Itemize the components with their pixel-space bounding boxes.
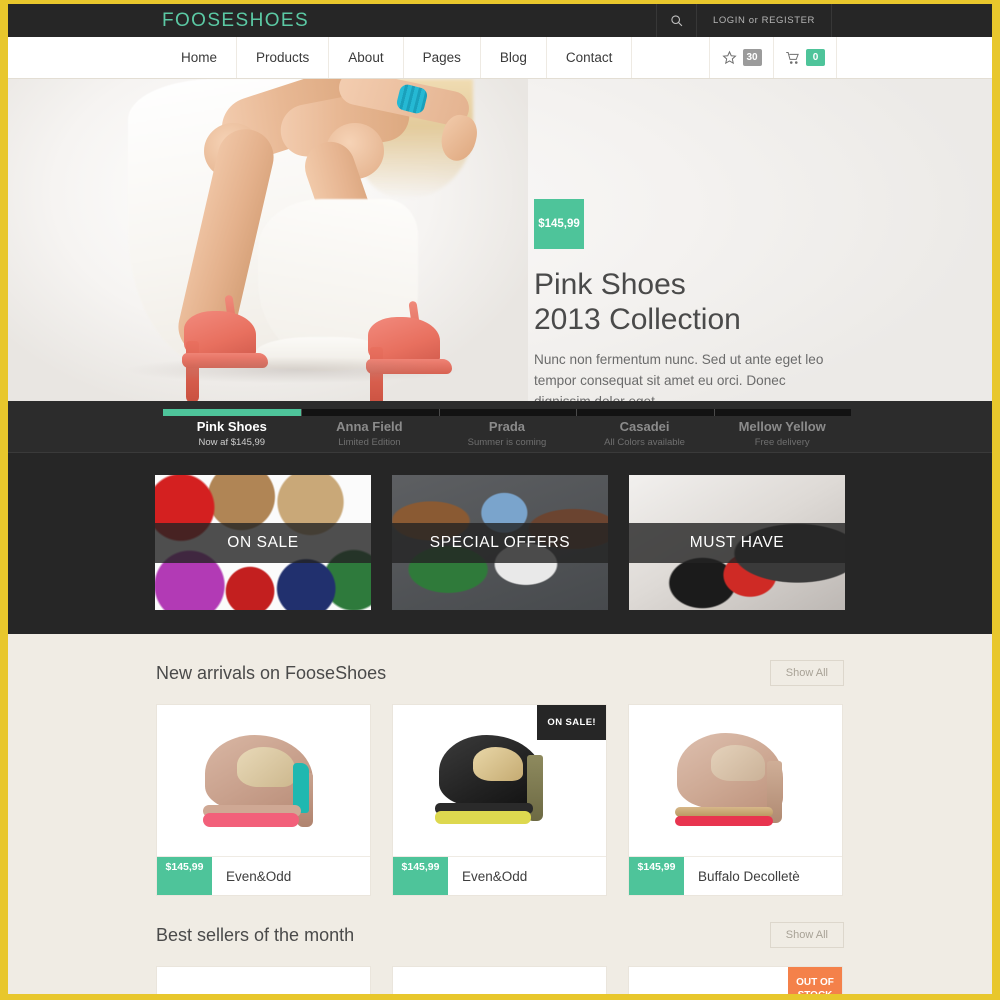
product-name: Even&Odd <box>226 868 292 884</box>
slide-title: Mellow Yellow <box>738 419 826 434</box>
category-banners: ON SALE SPECIAL OFFERS MUST HAVE <box>8 453 992 634</box>
section-best-sellers: Best sellers of the month Show All OUT O… <box>8 896 992 994</box>
slide-subtitle: Free delivery <box>754 437 810 448</box>
slide-tab-pink-shoes[interactable]: Pink Shoes Now af $145,99 <box>163 419 301 448</box>
slide-subtitle: Summer is coming <box>467 437 547 448</box>
slide-subtitle: All Colors available <box>604 437 685 448</box>
cart-icon <box>786 52 799 64</box>
hero-image <box>8 79 528 401</box>
product-card[interactable]: OUT OF STOCK <box>628 966 843 994</box>
search-button[interactable] <box>655 4 696 37</box>
banner-special-offers[interactable]: SPECIAL OFFERS <box>392 475 608 610</box>
product-card[interactable]: $145,99 Buffalo Decolletè <box>628 704 843 896</box>
product-image <box>629 705 842 857</box>
section-header: Best sellers of the month Show All <box>156 896 844 948</box>
product-name: Even&Odd <box>462 868 528 884</box>
slider-progress-fill <box>163 409 301 416</box>
banner-label: SPECIAL OFFERS <box>392 522 608 563</box>
site-logo[interactable]: FOOSESHOES <box>162 10 309 32</box>
product-name: Buffalo Decolletè <box>698 868 800 884</box>
wishlist-button[interactable]: 30 <box>709 37 773 78</box>
section-new-arrivals: New arrivals on FooseShoes Show All $145… <box>8 634 992 896</box>
cart-count: 0 <box>806 49 825 66</box>
hero-title: Pink Shoes 2013 Collection <box>534 270 884 335</box>
show-all-button-best-sellers[interactable]: Show All <box>769 922 844 948</box>
product-image <box>393 967 606 994</box>
hero-copy: $145,99 Pink Shoes 2013 Collection Nunc … <box>534 79 884 401</box>
nav-item-about[interactable]: About <box>329 37 404 78</box>
out-of-stock-badge: OUT OF STOCK <box>788 967 842 994</box>
show-all-button-new-arrivals[interactable]: Show All <box>769 660 844 686</box>
cart-button[interactable]: 0 <box>773 37 837 78</box>
hero-description: Nunc non fermentum nunc. Sed ut ante ege… <box>534 352 824 401</box>
product-footer: $145,99 Even&Odd <box>157 839 370 895</box>
slider-thumbnails: Pink Shoes Now af $145,99 Anna Field Lim… <box>163 419 851 448</box>
slider-progress-track[interactable] <box>163 409 851 416</box>
nav-left-pad <box>8 37 162 78</box>
product-footer: $145,99 Even&Odd <box>393 839 606 895</box>
nav-item-pages[interactable]: Pages <box>404 37 481 78</box>
product-footer: $145,99 Buffalo Decolletè <box>629 839 842 895</box>
nav-gap <box>632 37 709 78</box>
top-bar-spacer <box>832 4 992 37</box>
product-card[interactable]: ON SALE! $145,99 Even&Odd <box>392 704 607 896</box>
slide-title: Pink Shoes <box>196 419 267 434</box>
slide-title: Prada <box>488 419 526 434</box>
product-card[interactable] <box>156 966 371 994</box>
slider-nav: Pink Shoes Now af $145,99 Anna Field Lim… <box>8 401 992 453</box>
top-bar: FOOSESHOES LOGIN or REGISTER <box>8 4 992 37</box>
product-card[interactable] <box>392 966 607 994</box>
main-nav: Home Products About Pages Blog Contact 3… <box>8 37 992 79</box>
nav-item-contact[interactable]: Contact <box>547 37 633 78</box>
slide-subtitle: Now af $145,99 <box>198 437 266 448</box>
slide-tab-mellow-yellow[interactable]: Mellow Yellow Free delivery <box>713 419 851 448</box>
section-title: Best sellers of the month <box>156 924 355 945</box>
star-icon <box>721 50 737 65</box>
top-bar-right: LOGIN or REGISTER <box>655 4 992 37</box>
banner-label: MUST HAVE <box>629 522 845 563</box>
product-grid: $145,99 Even&Odd ON SALE! $145,99 Even&O… <box>156 686 844 896</box>
slide-tab-prada[interactable]: Prada Summer is coming <box>438 419 576 448</box>
slide-tab-anna-field[interactable]: Anna Field Limited Edition <box>301 419 439 448</box>
product-image <box>157 967 370 994</box>
hero-title-line2: 2013 Collection <box>534 303 741 336</box>
banner-label: ON SALE <box>155 522 371 563</box>
product-image: ON SALE! <box>393 705 606 857</box>
product-card[interactable]: $145,99 Even&Odd <box>156 704 371 896</box>
section-header: New arrivals on FooseShoes Show All <box>156 634 844 686</box>
product-image <box>157 705 370 857</box>
product-image: OUT OF STOCK <box>629 967 842 994</box>
slide-title: Anna Field <box>336 419 403 434</box>
banner-must-have[interactable]: MUST HAVE <box>629 475 845 610</box>
on-sale-badge: ON SALE! <box>537 705 606 740</box>
banner-on-sale[interactable]: ON SALE <box>155 475 371 610</box>
hero-slider: $145,99 Pink Shoes 2013 Collection Nunc … <box>8 79 992 401</box>
section-title: New arrivals on FooseShoes <box>156 662 387 683</box>
page-frame: FOOSESHOES LOGIN or REGISTER Home Produc… <box>0 0 1000 1000</box>
slide-subtitle: Limited Edition <box>338 437 401 448</box>
nav-item-products[interactable]: Products <box>237 37 330 78</box>
wishlist-count: 30 <box>742 49 762 66</box>
product-grid: OUT OF STOCK <box>156 948 844 994</box>
nav-right-pad <box>837 37 992 78</box>
login-register-link[interactable]: LOGIN or REGISTER <box>695 4 832 37</box>
nav-item-home[interactable]: Home <box>162 37 238 78</box>
slide-tab-casadei[interactable]: Casadei All Colors available <box>576 419 714 448</box>
hero-title-line1: Pink Shoes <box>534 268 686 301</box>
slide-title: Casadei <box>619 419 670 434</box>
nav-item-blog[interactable]: Blog <box>481 37 547 78</box>
hero-price-tag: $145,99 <box>534 199 584 249</box>
search-icon <box>671 15 683 27</box>
